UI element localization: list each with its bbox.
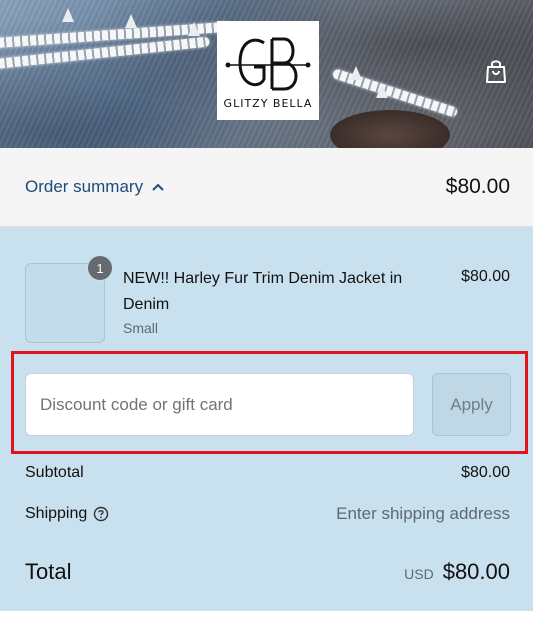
product-price: $80.00 <box>461 268 510 285</box>
apply-discount-button[interactable]: Apply <box>432 373 511 436</box>
cart-button[interactable] <box>482 56 510 86</box>
shipping-label: Shipping <box>25 505 88 522</box>
glitzy-bella-monogram <box>225 37 311 91</box>
discount-code-input[interactable] <box>25 373 414 436</box>
order-summary-panel: 1 NEW!! Harley Fur Trim Denim Jacket in … <box>0 227 533 611</box>
total-row: Total USD $80.00 <box>25 559 510 585</box>
currency-code: USD <box>404 566 434 582</box>
stud-decoration <box>62 8 74 22</box>
total-value: $80.00 <box>442 559 510 584</box>
shipping-value: Enter shipping address <box>336 504 510 523</box>
total-amount-group: USD $80.00 <box>404 559 510 585</box>
order-summary-total: $80.00 <box>445 175 510 198</box>
page-bottom <box>0 611 533 643</box>
product-variant: Small <box>123 320 159 336</box>
shopping-bag-icon <box>486 60 506 83</box>
store-header-banner: GLITZY BELLA <box>0 0 533 148</box>
stud-decoration <box>350 66 362 80</box>
order-summary-bar: Order summary $80.00 <box>0 148 533 227</box>
store-logo[interactable]: GLITZY BELLA <box>217 21 319 120</box>
product-name: NEW!! Harley Fur Trim Denim Jacket in De… <box>123 270 403 313</box>
chevron-up-icon <box>152 183 164 191</box>
stud-decoration <box>125 14 137 28</box>
logo-wordmark: GLITZY BELLA <box>223 97 313 110</box>
shipping-row: Shipping Enter shipping address <box>25 504 510 524</box>
order-summary-label: Order summary <box>25 177 144 196</box>
shipping-label-group: Shipping <box>25 505 109 523</box>
line-item: 1 NEW!! Harley Fur Trim Denim Jacket in … <box>25 255 510 343</box>
stud-decoration <box>188 22 200 36</box>
stud-decoration <box>376 84 388 98</box>
total-label: Total <box>25 559 72 584</box>
order-summary-toggle[interactable]: Order summary <box>25 177 165 197</box>
subtotal-value: $80.00 <box>461 464 510 481</box>
subtotal-label: Subtotal <box>25 464 84 481</box>
subtotal-row: Subtotal $80.00 <box>25 464 510 482</box>
quantity-badge: 1 <box>87 255 113 281</box>
help-circle-icon[interactable] <box>93 506 109 522</box>
